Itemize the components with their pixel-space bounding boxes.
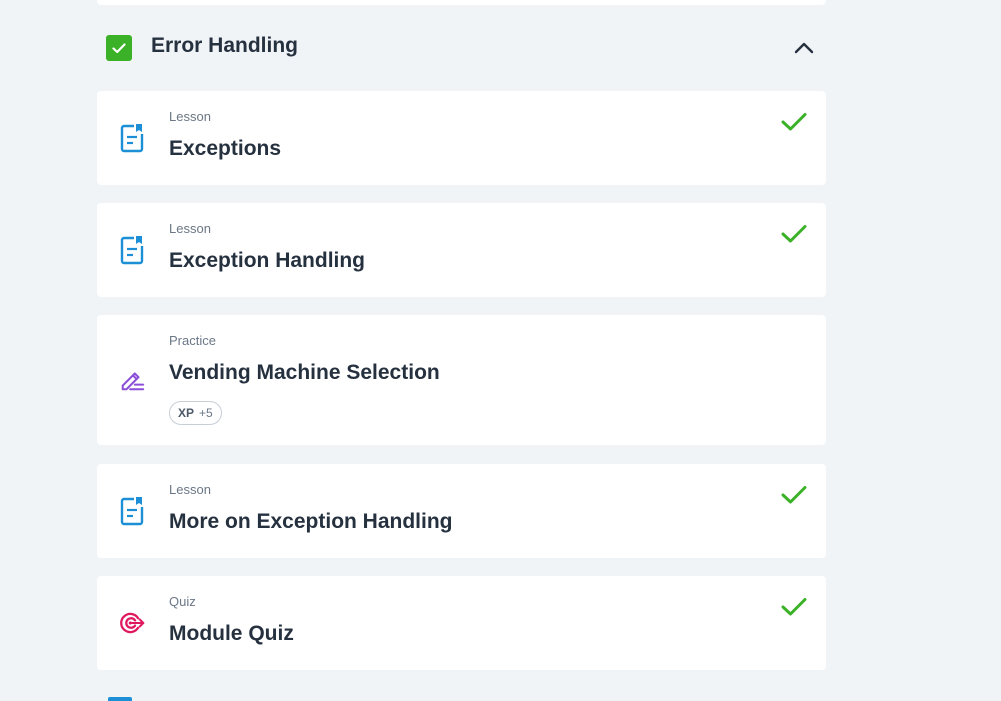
completed-check-icon: [781, 222, 807, 246]
item-type-label: Lesson: [169, 221, 211, 236]
lesson-item-exceptions[interactable]: Lesson Exceptions: [97, 91, 826, 185]
module-header[interactable]: Error Handling: [97, 26, 826, 70]
quiz-item-module-quiz[interactable]: Quiz Module Quiz: [97, 576, 826, 670]
module-completed-checkbox-icon: [106, 35, 132, 61]
item-title: More on Exception Handling: [169, 510, 453, 533]
item-title: Exceptions: [169, 137, 282, 160]
xp-value: +5: [199, 406, 213, 420]
xp-badge: XP +5: [169, 401, 222, 425]
lesson-document-icon: [119, 235, 145, 265]
item-type-label: Practice: [169, 333, 216, 348]
item-title: Module Quiz: [169, 622, 294, 645]
xp-label: XP: [178, 406, 195, 420]
completed-check-icon: [781, 595, 807, 619]
next-module-icon: [108, 697, 132, 701]
item-type-label: Lesson: [169, 109, 211, 124]
lesson-document-icon: [119, 496, 145, 526]
lesson-item-more-on-exception-handling[interactable]: Lesson More on Exception Handling: [97, 464, 826, 558]
item-type-label: Lesson: [169, 482, 211, 497]
module-title: Error Handling: [151, 34, 299, 57]
lesson-document-icon: [119, 123, 145, 153]
course-outline: Error Handling Lesson Exceptions Lesson …: [0, 0, 1001, 701]
completed-check-icon: [781, 110, 807, 134]
practice-pencil-icon: [119, 365, 145, 395]
lesson-item-exception-handling[interactable]: Lesson Exception Handling: [97, 203, 826, 297]
item-type-label: Quiz: [169, 594, 196, 609]
quiz-target-icon: [119, 608, 145, 638]
completed-check-icon: [781, 483, 807, 507]
item-title: Vending Machine Selection: [169, 361, 440, 384]
item-title: Exception Handling: [169, 249, 366, 272]
previous-module-card[interactable]: [97, 0, 826, 5]
practice-item-vending-machine-selection[interactable]: Practice Vending Machine Selection XP +5: [97, 315, 826, 445]
collapse-chevron-up-icon[interactable]: [791, 35, 817, 61]
